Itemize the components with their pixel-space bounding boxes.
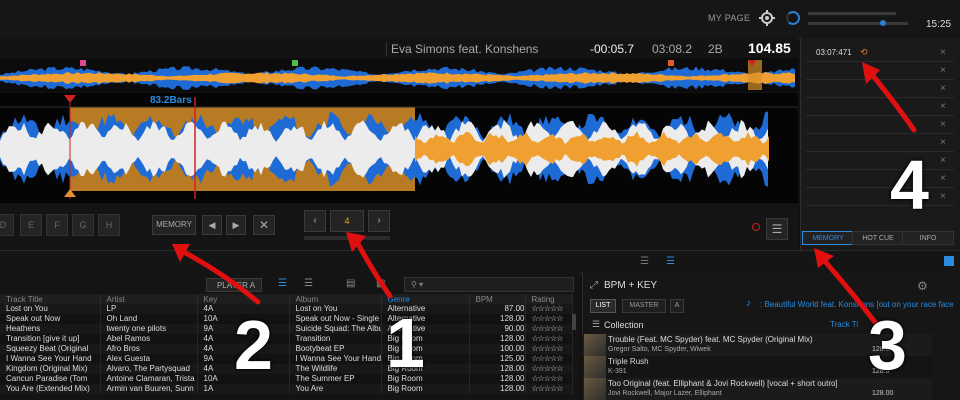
annotation-number-4: 4 <box>890 146 929 224</box>
annotation-number-2: 2 <box>234 306 273 384</box>
annotation-number-3: 3 <box>868 306 907 384</box>
annotation-arrows <box>172 62 917 329</box>
annotation-number-1: 1 <box>386 304 425 382</box>
